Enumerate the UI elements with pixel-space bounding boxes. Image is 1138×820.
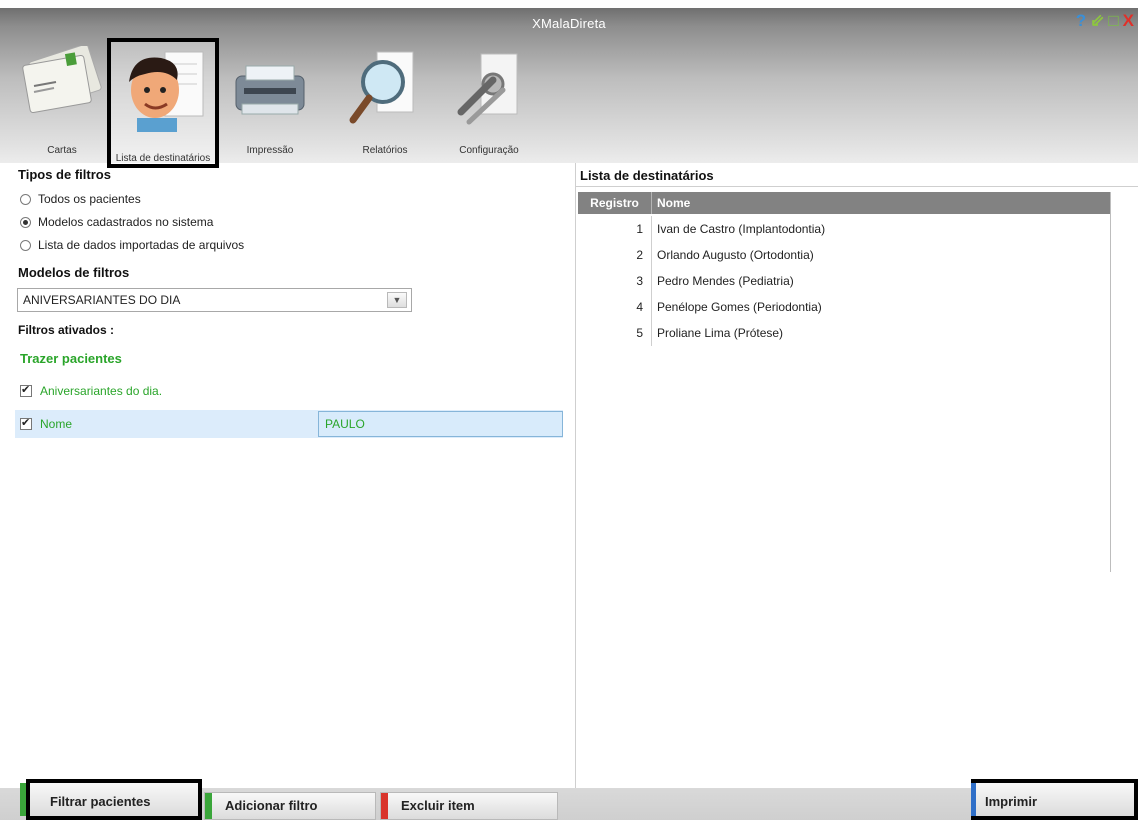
column-header-registro[interactable]: Registro <box>578 192 652 214</box>
person-icon <box>129 51 204 132</box>
table-row[interactable]: 3 Pedro Mendes (Pediatria) <box>578 268 1111 294</box>
grid-vertical-scrollbar[interactable] <box>1110 192 1111 572</box>
cell-nome: Penélope Gomes (Periodontia) <box>657 300 822 314</box>
active-filter-nome[interactable]: Nome <box>20 416 73 431</box>
cell-nome: Proliane Lima (Prótese) <box>657 326 784 340</box>
active-filter-label: Aniversariantes do dia. <box>40 384 163 398</box>
print-button[interactable]: Imprimir <box>971 779 1138 820</box>
table-row[interactable]: 5 Proliane Lima (Prótese) <box>578 320 1111 346</box>
button-accent-stripe <box>205 793 212 819</box>
window-controls: ? ⇙ □ X <box>1076 12 1134 30</box>
tools-icon <box>457 53 518 125</box>
button-accent-stripe <box>971 783 976 816</box>
toolbar-impressao-label: Impressão <box>246 145 294 156</box>
panel-divider <box>575 163 576 788</box>
add-filter-label: Adicionar filtro <box>225 798 318 813</box>
action-bar: Filtrar pacientes Adicionar filtro Exclu… <box>0 779 1138 820</box>
filter-patients-button[interactable]: Filtrar pacientes <box>20 779 202 820</box>
cell-nome: Orlando Augusto (Ortodontia) <box>657 248 814 262</box>
table-row[interactable]: 2 Orlando Augusto (Ortodontia) <box>578 242 1111 268</box>
filter-types-title: Tipos de filtros <box>18 167 111 182</box>
minimize-icon[interactable]: ⇙ <box>1090 12 1104 30</box>
filter-model-value: ANIVERSARIANTES DO DIA <box>23 293 181 307</box>
name-filter-input[interactable]: PAULO <box>318 411 563 437</box>
radio-label: Lista de dados importadas de arquivos <box>38 238 245 252</box>
table-row[interactable]: 4 Penélope Gomes (Periodontia) <box>578 294 1111 320</box>
toolbar-configuracao[interactable]: Configuração <box>441 38 537 160</box>
checkbox[interactable] <box>20 383 32 397</box>
cell-registro: 2 <box>578 242 652 268</box>
toolbar-relatorios[interactable]: Relatórios <box>337 38 433 160</box>
button-accent-stripe <box>20 783 26 816</box>
toolbar-lista-destinatarios[interactable]: Lista de destinatários <box>107 38 219 168</box>
delete-item-button[interactable]: Excluir item <box>380 792 558 820</box>
printer-icon <box>235 65 305 115</box>
button-accent-stripe <box>381 793 388 819</box>
filter-models-title: Modelos de filtros <box>18 265 130 280</box>
toolbar-cartas[interactable]: Cartas <box>14 38 110 160</box>
radio-label: Todos os pacientes <box>38 192 141 206</box>
cell-registro: 4 <box>578 294 652 320</box>
letters-icon <box>22 46 102 114</box>
cell-registro: 3 <box>578 268 652 294</box>
print-label: Imprimir <box>985 794 1038 809</box>
app-header: XMalaDireta ? ⇙ □ X Cartas Lista de dest… <box>0 8 1138 168</box>
column-header-nome[interactable]: Nome <box>652 192 690 214</box>
bring-patients-title: Trazer pacientes <box>20 351 122 366</box>
filter-patients-label: Filtrar pacientes <box>50 794 151 809</box>
toolbar-cartas-label: Cartas <box>47 145 77 156</box>
chevron-down-icon[interactable]: ▼ <box>387 292 407 308</box>
delete-item-label: Excluir item <box>401 798 475 813</box>
recipients-grid-header: Registro Nome <box>578 192 1111 214</box>
radio-todos-pacientes[interactable]: Todos os pacientes <box>20 192 141 206</box>
cell-nome: Pedro Mendes (Pediatria) <box>657 274 794 288</box>
radio-button[interactable] <box>20 239 31 251</box>
radio-lista-importada[interactable]: Lista de dados importadas de arquivos <box>20 238 244 252</box>
recipients-grid: 1 Ivan de Castro (Implantodontia) 2 Orla… <box>578 216 1111 346</box>
cell-registro: 1 <box>578 216 652 242</box>
active-filter-label: Nome <box>40 417 73 431</box>
recipients-title: Lista de destinatários <box>580 168 714 183</box>
magnifier-icon <box>349 51 414 124</box>
cell-nome: Ivan de Castro (Implantodontia) <box>657 222 826 236</box>
toolbar-configuracao-label: Configuração <box>459 145 519 156</box>
radio-button-selected[interactable] <box>20 216 31 228</box>
help-icon[interactable]: ? <box>1076 12 1086 30</box>
table-row[interactable]: 1 Ivan de Castro (Implantodontia) <box>578 216 1111 242</box>
radio-button[interactable] <box>20 193 31 205</box>
active-filter-aniversariantes[interactable]: Aniversariantes do dia. <box>20 383 163 398</box>
toolbar-impressao[interactable]: Impressão <box>222 38 318 160</box>
add-filter-button[interactable]: Adicionar filtro <box>204 792 376 820</box>
toolbar-relatorios-label: Relatórios <box>362 145 408 156</box>
checkbox[interactable] <box>20 416 32 430</box>
active-filters-title: Filtros ativados : <box>18 323 115 337</box>
cell-registro: 5 <box>578 320 652 346</box>
close-icon[interactable]: X <box>1123 12 1134 30</box>
radio-modelos-cadastrados[interactable]: Modelos cadastrados no sistema <box>20 215 213 229</box>
app-title: XMalaDireta <box>532 16 606 31</box>
filter-model-select[interactable]: ANIVERSARIANTES DO DIA ▼ <box>17 288 412 312</box>
maximize-icon[interactable]: □ <box>1108 12 1118 30</box>
active-filter-nome-row[interactable]: Nome PAULO <box>15 410 563 438</box>
radio-label: Modelos cadastrados no sistema <box>38 215 214 229</box>
toolbar-lista-label: Lista de destinatários <box>115 153 211 164</box>
recipients-title-underline <box>576 186 1138 187</box>
